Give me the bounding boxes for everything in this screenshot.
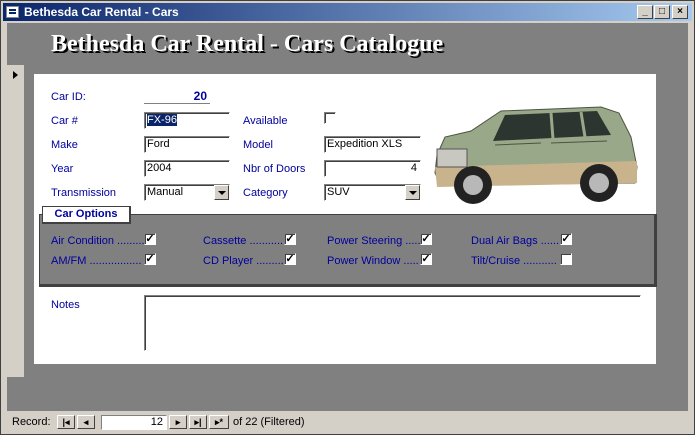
option-label: Dual Air Bags ......: [471, 235, 560, 247]
model-label: Model: [243, 139, 273, 151]
transmission-combo[interactable]: Manual: [144, 184, 230, 201]
year-field[interactable]: 2004: [144, 160, 230, 177]
category-value: SUV: [327, 186, 350, 198]
doors-label: Nbr of Doors: [243, 163, 306, 175]
option-label: Air Condition .........: [51, 235, 145, 247]
current-record-icon: [13, 71, 18, 79]
car-id-label: Car ID:: [51, 91, 86, 103]
car-id-value: 20: [144, 89, 210, 104]
transmission-label: Transmission: [51, 187, 116, 199]
record-number-input[interactable]: 12: [101, 415, 167, 430]
window-title: Bethesda Car Rental - Cars: [24, 5, 179, 19]
option-label: AM/FM .................: [51, 255, 142, 267]
year-label: Year: [51, 163, 74, 175]
cd-player-checkbox[interactable]: ✓: [284, 253, 296, 265]
car-options-group: [39, 214, 657, 287]
record-navigation: Record: |◂ ◂ 12 ▸ ▸| ▸* of 22 (Filtered): [7, 413, 688, 431]
option-label: Tilt/Cruise ...........: [471, 255, 557, 267]
doors-field[interactable]: 4: [324, 160, 421, 177]
car-options-title: Car Options: [42, 206, 131, 224]
notes-label: Notes: [51, 299, 80, 311]
available-checkbox[interactable]: [324, 112, 336, 124]
category-label: Category: [243, 187, 288, 199]
am-fm-checkbox[interactable]: ✓: [144, 253, 156, 265]
maximize-button[interactable]: □: [654, 5, 670, 19]
option-label: Power Steering .....: [327, 235, 421, 247]
record-label: Record:: [12, 416, 51, 428]
first-record-button[interactable]: |◂: [57, 415, 75, 429]
make-label: Make: [51, 139, 78, 151]
dual-air-bags-checkbox[interactable]: ✓: [560, 233, 572, 245]
car-number-value: FX-96: [147, 114, 177, 126]
last-record-button[interactable]: ▸|: [189, 415, 207, 429]
chevron-down-icon[interactable]: [405, 185, 420, 200]
car-photo: [434, 106, 638, 204]
record-count: of 22 (Filtered): [233, 416, 305, 428]
close-button[interactable]: ×: [672, 5, 688, 19]
chevron-down-icon[interactable]: [214, 185, 229, 200]
form-footer: [7, 377, 688, 411]
page-title: Bethesda Car Rental - Cars Catalogue: [51, 31, 444, 57]
tilt-cruise-checkbox[interactable]: [560, 253, 572, 265]
option-label: Cassette ...........: [203, 235, 284, 247]
previous-record-button[interactable]: ◂: [77, 415, 95, 429]
title-bar[interactable]: Bethesda Car Rental - Cars _ □ ×: [3, 3, 692, 21]
car-number-field[interactable]: FX-96: [144, 112, 230, 129]
notes-field[interactable]: [144, 295, 641, 351]
category-combo[interactable]: SUV: [324, 184, 421, 201]
option-label: Power Window .....: [327, 255, 419, 267]
minimize-button[interactable]: _: [637, 5, 653, 19]
power-window-checkbox[interactable]: ✓: [420, 253, 432, 265]
model-field[interactable]: Expedition XLS: [324, 136, 421, 153]
cassette-checkbox[interactable]: ✓: [284, 233, 296, 245]
make-field[interactable]: Ford: [144, 136, 230, 153]
next-record-button[interactable]: ▸: [169, 415, 187, 429]
air-condition-checkbox[interactable]: ✓: [144, 233, 156, 245]
form-header: Bethesda Car Rental - Cars Catalogue: [7, 23, 688, 65]
record-selector[interactable]: [7, 65, 25, 377]
form-window: Bethesda Car Rental - Cars _ □ × Bethesd…: [0, 0, 695, 435]
transmission-value: Manual: [147, 186, 184, 198]
form-icon[interactable]: [6, 6, 19, 18]
new-record-button[interactable]: ▸*: [209, 415, 229, 429]
power-steering-checkbox[interactable]: ✓: [420, 233, 432, 245]
option-label: CD Player .........: [203, 255, 284, 267]
available-label: Available: [243, 115, 288, 127]
car-number-label: Car #: [51, 115, 78, 127]
